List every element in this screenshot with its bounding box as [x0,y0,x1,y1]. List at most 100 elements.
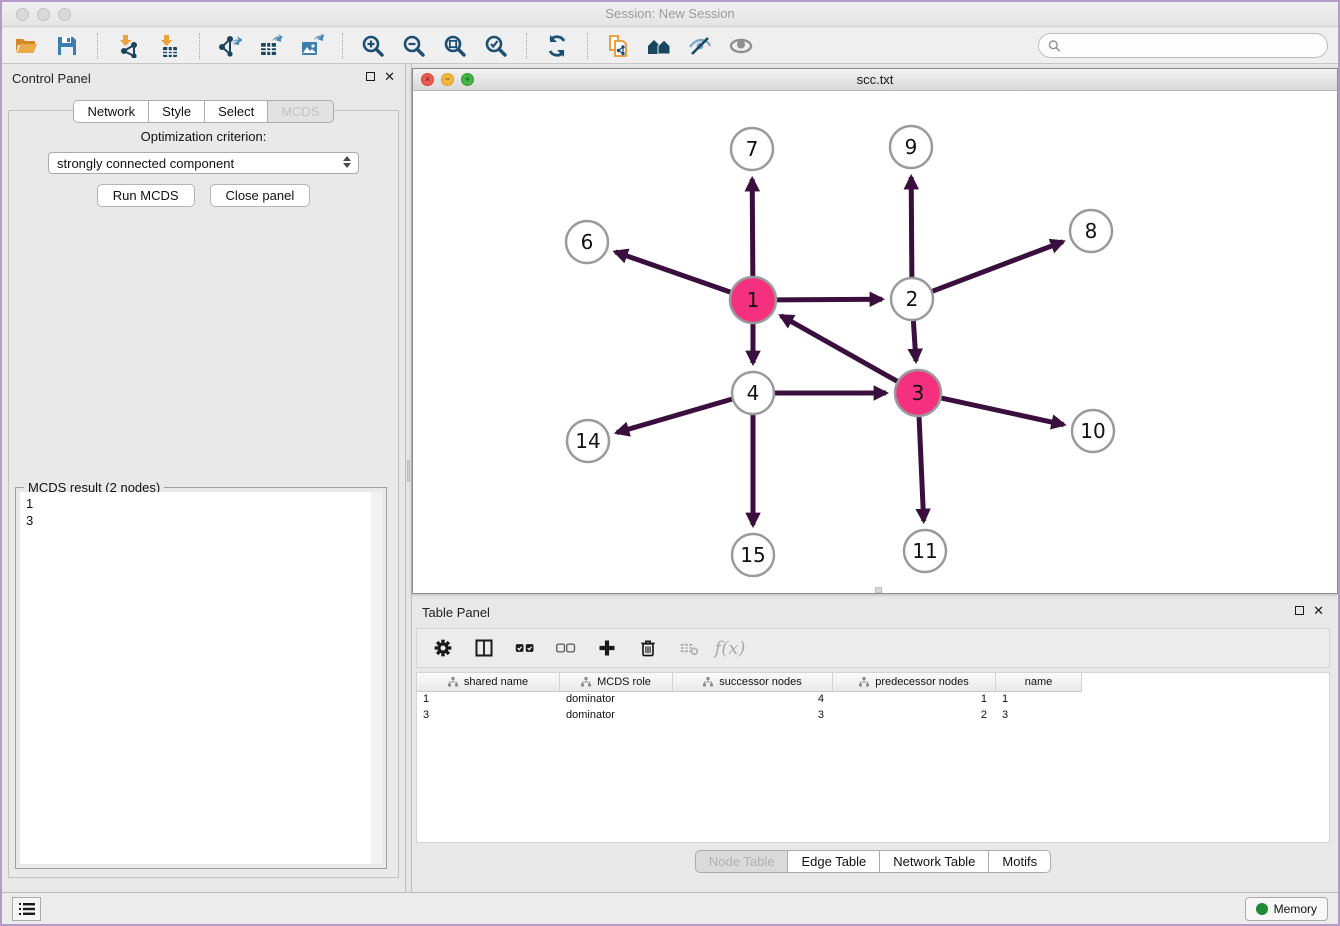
tab-style[interactable]: Style [148,100,205,123]
graph-edge-2-8[interactable] [933,242,1063,292]
add-row-button[interactable] [595,636,619,660]
toolbar-separator [587,33,588,59]
tab-network[interactable]: Network [73,100,149,123]
column-header-predecessor-nodes[interactable]: predecessor nodes [833,673,996,691]
import-table-icon [157,34,181,58]
graph-edge-2-3[interactable] [913,321,916,361]
search-input[interactable] [1066,39,1318,53]
control-panel-float-icon[interactable] [366,72,375,81]
export-network-button[interactable] [216,32,244,60]
hide-selected-button[interactable] [686,32,714,60]
column-header-shared-name[interactable]: shared name [417,673,560,691]
graph-edge-3-1[interactable] [781,316,897,382]
graph-node-label-14: 14 [575,429,600,453]
clone-network-button[interactable] [604,32,632,60]
export-table-button[interactable] [257,32,285,60]
column-header-successor-nodes[interactable]: successor nodes [673,673,833,691]
houses-icon [647,34,671,58]
zoom-in-button[interactable] [359,32,387,60]
tab-mcds[interactable]: MCDS [267,100,333,123]
first-neighbors-button[interactable] [645,32,673,60]
export-image-button[interactable] [298,32,326,60]
optimization-criterion-select[interactable]: strongly connected component [48,152,359,174]
memory-button[interactable]: Memory [1245,897,1328,921]
tab-edge-table[interactable]: Edge Table [787,850,880,873]
zoom-out-button[interactable] [400,32,428,60]
tab-select[interactable]: Select [204,100,268,123]
table-cell[interactable]: dominator [560,708,673,724]
delete-row-button[interactable] [636,636,660,660]
table-cell[interactable]: 3 [417,708,560,724]
graph-edge-1-2[interactable] [777,299,882,300]
graph-edges [615,177,1063,525]
show-column-button[interactable] [472,636,496,660]
control-panel: Control Panel ✕ Network Style Select MCD… [2,64,405,892]
graph-edge-1-7[interactable] [752,179,753,276]
graph-edge-4-14[interactable] [617,399,732,432]
select-all-button[interactable] [513,636,537,660]
table-panel-float-icon[interactable] [1295,606,1304,615]
table-panel-close-icon[interactable]: ✕ [1313,605,1324,616]
table-cell[interactable]: dominator [560,692,673,708]
graph-node-label-1: 1 [747,288,760,312]
canvas-resize-handle[interactable] [875,587,882,593]
zoom-fit-button[interactable] [441,32,469,60]
panel-splitter[interactable] [405,64,412,892]
column-header-name[interactable]: name [996,673,1082,691]
graph-node-label-2: 2 [906,287,919,311]
hierarchy-icon [703,677,713,687]
table-cell[interactable]: 1 [833,692,996,708]
main-area: Control Panel ✕ Network Style Select MCD… [2,64,1338,892]
tab-motifs[interactable]: Motifs [988,850,1051,873]
table-cell[interactable]: 3 [673,708,833,724]
open-session-button[interactable] [12,32,40,60]
memory-status-icon [1256,903,1268,915]
control-panel-close-icon[interactable]: ✕ [384,71,395,82]
table-body: 1dominator4113dominator323 [417,692,1329,724]
search-icon [1048,39,1061,53]
graph-edge-1-6[interactable] [615,252,730,292]
graph-node-label-4: 4 [747,381,760,405]
table-cell[interactable]: 4 [673,692,833,708]
export-table-icon [259,34,283,58]
run-mcds-button[interactable]: Run MCDS [97,184,195,207]
status-list-button[interactable] [12,897,41,921]
graph-edge-3-11[interactable] [919,417,924,521]
column-header-mcds-role[interactable]: MCDS role [560,673,673,691]
zoom-out-icon [402,34,426,58]
refresh-button[interactable] [543,32,571,60]
status-bar: Memory [2,892,1338,924]
eye-slash-icon [688,34,712,58]
search-field[interactable] [1038,33,1328,58]
import-network-button[interactable] [114,32,142,60]
zoom-selected-button[interactable] [482,32,510,60]
graph-edge-2-9[interactable] [911,177,912,277]
list-icon [19,902,35,916]
tab-node-table[interactable]: Node Table [695,850,789,873]
table-cell[interactable]: 1 [417,692,560,708]
window-title: Session: New Session [2,6,1338,21]
table-row-0[interactable]: 1dominator411 [417,692,1082,708]
network-window-titlebar[interactable]: × − + scc.txt [413,69,1337,91]
table-settings-button[interactable] [431,636,455,660]
table-row-1[interactable]: 3dominator323 [417,708,1082,724]
hierarchy-icon [448,677,458,687]
mcds-result-area[interactable]: 1 3 [20,492,382,864]
show-all-button[interactable] [727,32,755,60]
splitter-grip[interactable] [407,460,410,482]
function-builder-button-disabled: f(x) [718,636,742,660]
table-cell[interactable]: 2 [833,708,996,724]
unselect-all-button[interactable] [554,636,578,660]
table-cell[interactable]: 3 [996,708,1082,724]
table-panel-title: Table Panel [422,605,490,620]
import-table-button[interactable] [155,32,183,60]
graph-edge-3-10[interactable] [941,398,1063,425]
close-panel-button[interactable]: Close panel [210,184,311,207]
tab-network-table[interactable]: Network Table [879,850,989,873]
mcds-result-scrollbar[interactable] [371,492,382,864]
save-session-button[interactable] [53,32,81,60]
table-cell[interactable]: 1 [996,692,1082,708]
network-canvas[interactable]: 7968124314101511 [413,91,1337,593]
titlebar: Session: New Session [2,2,1338,27]
toolbar-separator [199,33,200,59]
